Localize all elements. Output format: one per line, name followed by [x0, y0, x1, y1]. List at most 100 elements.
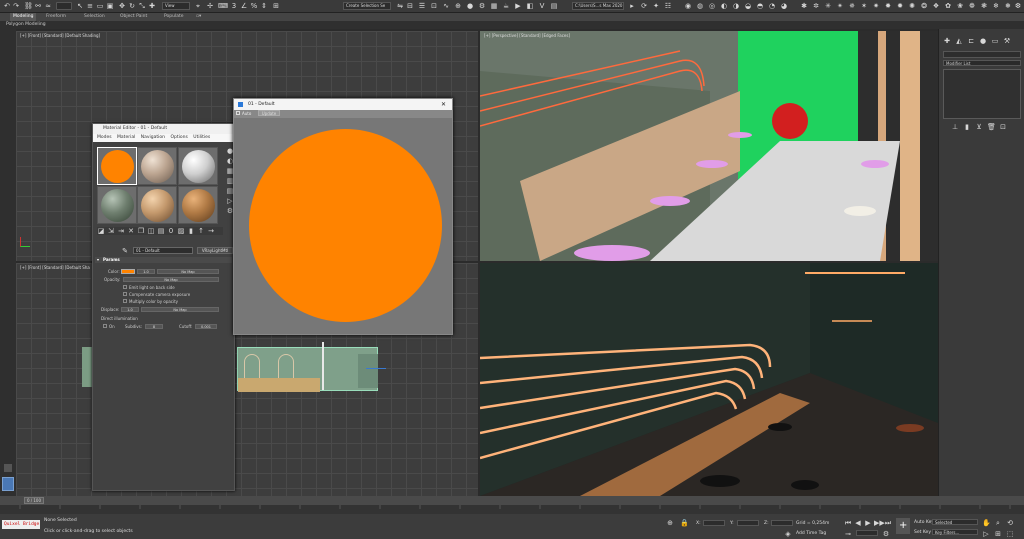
vfb-icon[interactable]: ◧: [526, 2, 534, 10]
material-name-field[interactable]: 01 - Default: [133, 247, 193, 254]
utilities-tab-icon[interactable]: ⚒: [1003, 37, 1011, 45]
shelf-icon-9[interactable]: ◕: [780, 2, 788, 10]
configure-sets-icon[interactable]: ⊡: [999, 123, 1007, 131]
rotate-icon[interactable]: ↻: [128, 2, 136, 10]
zoom-view-icon[interactable]: ⌕: [994, 519, 1002, 527]
time-slider-thumb[interactable]: 0 / 100: [24, 497, 44, 504]
pivot-icon[interactable]: ⌖: [194, 2, 202, 10]
shelf-icon-3[interactable]: ◎: [708, 2, 716, 10]
polygon-modeling-label[interactable]: Polygon Modeling: [6, 21, 46, 29]
opacity-map-button[interactable]: No Map: [123, 277, 219, 282]
selection-set-dropdown[interactable]: Create Selection Se: [343, 2, 391, 10]
show-shaded-icon[interactable]: ▨: [177, 227, 185, 235]
multiply-color-checkbox[interactable]: [123, 299, 127, 303]
menu-navigation[interactable]: Navigation: [141, 135, 165, 140]
pin-stack-icon[interactable]: ⊥: [951, 123, 959, 131]
render-icon[interactable]: ☕: [502, 2, 510, 10]
shelf-icon-18[interactable]: ✹: [896, 2, 904, 10]
shelf-icon-14[interactable]: ✵: [848, 2, 856, 10]
object-name-field[interactable]: [943, 51, 1021, 58]
shelf-icon-20[interactable]: ❂: [920, 2, 928, 10]
window-crossing-icon[interactable]: ▣: [106, 2, 114, 10]
ribbon-options-icon[interactable]: ▫▾: [196, 13, 201, 21]
lock-selection-icon[interactable]: 🔒: [680, 519, 689, 527]
shelf-icon-12[interactable]: ✳: [824, 2, 832, 10]
params-rollout-header[interactable]: ▾ Params: [95, 257, 232, 263]
render-setup-icon[interactable]: ⚙: [478, 2, 486, 10]
snap-3-icon[interactable]: 3: [230, 2, 238, 10]
maxscript-listener[interactable]: Quixel Bridge: [2, 520, 40, 529]
placement-icon[interactable]: ✚: [148, 2, 156, 10]
material-slot-2[interactable]: [137, 147, 177, 185]
shelf-icon-23[interactable]: ❀: [956, 2, 964, 10]
workspace-path-dropdown[interactable]: C:\Users\S...s Max 2020: [572, 2, 624, 10]
go-sibling-icon[interactable]: →: [207, 227, 215, 235]
next-frame-icon[interactable]: ▶▶: [874, 519, 885, 527]
pick-material-icon[interactable]: ✎: [121, 247, 129, 255]
key-mode-icon[interactable]: ⊸: [844, 530, 852, 538]
material-slot-5[interactable]: [137, 186, 177, 224]
show-end-result-icon[interactable]: ▮: [963, 123, 971, 131]
shelf-icon-16[interactable]: ✷: [872, 2, 880, 10]
vray-icon[interactable]: V: [538, 2, 546, 10]
shelf-icon-7[interactable]: ◓: [756, 2, 764, 10]
show-end-icon[interactable]: ▮: [187, 227, 195, 235]
modifier-stack[interactable]: [943, 69, 1021, 119]
remove-modifier-icon[interactable]: 🗑: [987, 123, 996, 131]
z-coordinate-field[interactable]: [771, 520, 793, 526]
maximize-viewport-icon[interactable]: ⬚: [1006, 530, 1014, 538]
folder-icon[interactable]: ▤: [550, 2, 558, 10]
viewport-label[interactable]: [+] [Front] [Standard] [Default Shading]: [20, 33, 100, 38]
key-filters-button[interactable]: Key Filters...: [932, 529, 978, 535]
select-by-name-icon[interactable]: ≡: [86, 2, 94, 10]
shelf-icon-25[interactable]: ❃: [980, 2, 988, 10]
set-key-big-button[interactable]: +: [896, 518, 910, 534]
material-slot-6[interactable]: [178, 186, 218, 224]
shelf-icon-1[interactable]: ◉: [684, 2, 692, 10]
shelf-icon-11[interactable]: ✲: [812, 2, 820, 10]
go-parent-icon[interactable]: ↑: [197, 227, 205, 235]
shelf-icon-28[interactable]: ❆: [1014, 2, 1022, 10]
modifier-list-dropdown[interactable]: Modifier List: [943, 60, 1021, 66]
filter-dropdown[interactable]: [56, 2, 72, 10]
shelf-icon-26[interactable]: ❄: [992, 2, 1000, 10]
select-icon[interactable]: ↖: [76, 2, 84, 10]
color-map-button[interactable]: No Map: [157, 269, 219, 274]
orbit-view-icon[interactable]: ⟲: [1006, 519, 1014, 527]
y-coordinate-field[interactable]: [737, 520, 759, 526]
viewport-render[interactable]: [480, 263, 938, 496]
scale-icon[interactable]: ⤡: [138, 2, 146, 10]
curve-editor-icon[interactable]: ∿: [442, 2, 450, 10]
menu-modes[interactable]: Modes: [97, 135, 112, 140]
tab-object-paint[interactable]: Object Paint: [120, 13, 147, 21]
play-icon[interactable]: ▶: [864, 519, 872, 527]
viewport-label[interactable]: [+] [Front] [Standard] [Default Sha: [20, 265, 90, 270]
put-to-scene-icon[interactable]: ⇲: [107, 227, 115, 235]
unlink-icon[interactable]: ⚯: [34, 2, 42, 10]
displace-amount-field[interactable]: 1.0: [121, 307, 139, 312]
hierarchy-tab-icon[interactable]: ⊏: [967, 37, 975, 45]
menu-options[interactable]: Options: [170, 135, 187, 140]
time-tag-icon[interactable]: ◈: [784, 530, 792, 538]
shelf-icon-2[interactable]: ◍: [696, 2, 704, 10]
update-button[interactable]: Update: [258, 110, 280, 116]
select-manipulate-icon[interactable]: ✢: [206, 2, 214, 10]
goto-end-icon[interactable]: ⏭: [884, 519, 892, 527]
move-icon[interactable]: ✥: [118, 2, 126, 10]
tab-populate[interactable]: Populate: [164, 13, 184, 21]
goto-start-icon[interactable]: ⏮: [844, 519, 852, 527]
create-tab-icon[interactable]: ✚: [943, 37, 951, 45]
view-dropdown[interactable]: View: [162, 2, 190, 10]
pan-view-icon[interactable]: ✋: [982, 519, 991, 527]
bind-icon[interactable]: ≈: [44, 2, 52, 10]
subdivs-field[interactable]: 8: [145, 324, 163, 329]
shelf-icon-27[interactable]: ❅: [1004, 2, 1012, 10]
current-frame-field[interactable]: [856, 530, 878, 536]
get-material-icon[interactable]: ◪: [97, 227, 105, 235]
shelf-icon-21[interactable]: ❖: [932, 2, 940, 10]
rendered-frame-icon[interactable]: ▦: [490, 2, 498, 10]
viewport-perspective[interactable]: [+] [Perspective] [Standard] [Edged Face…: [480, 31, 938, 261]
shelf-icon-19[interactable]: ✺: [908, 2, 916, 10]
menu-utilities[interactable]: Utilities: [193, 135, 210, 140]
set-key-button[interactable]: Set Key: [914, 530, 931, 535]
